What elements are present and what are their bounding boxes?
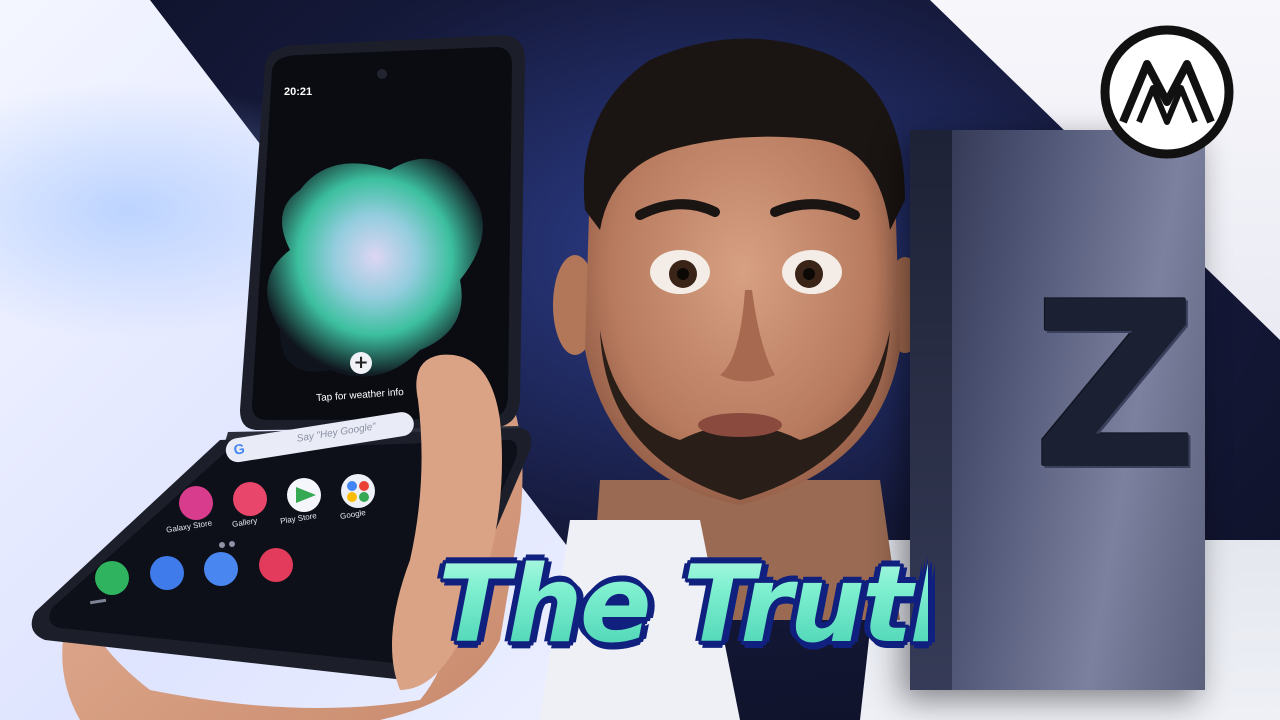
thumbnail-title: The Truth — [438, 520, 985, 690]
phone-clock: 20:21 — [284, 86, 313, 98]
thumbnail-scene: Z 20:21 + Tap for weather info G Say "He… — [0, 0, 1280, 720]
mountain-logo-icon — [1100, 25, 1234, 159]
google-logo-icon: G — [232, 440, 246, 458]
weather-add-icon: + — [350, 352, 372, 374]
